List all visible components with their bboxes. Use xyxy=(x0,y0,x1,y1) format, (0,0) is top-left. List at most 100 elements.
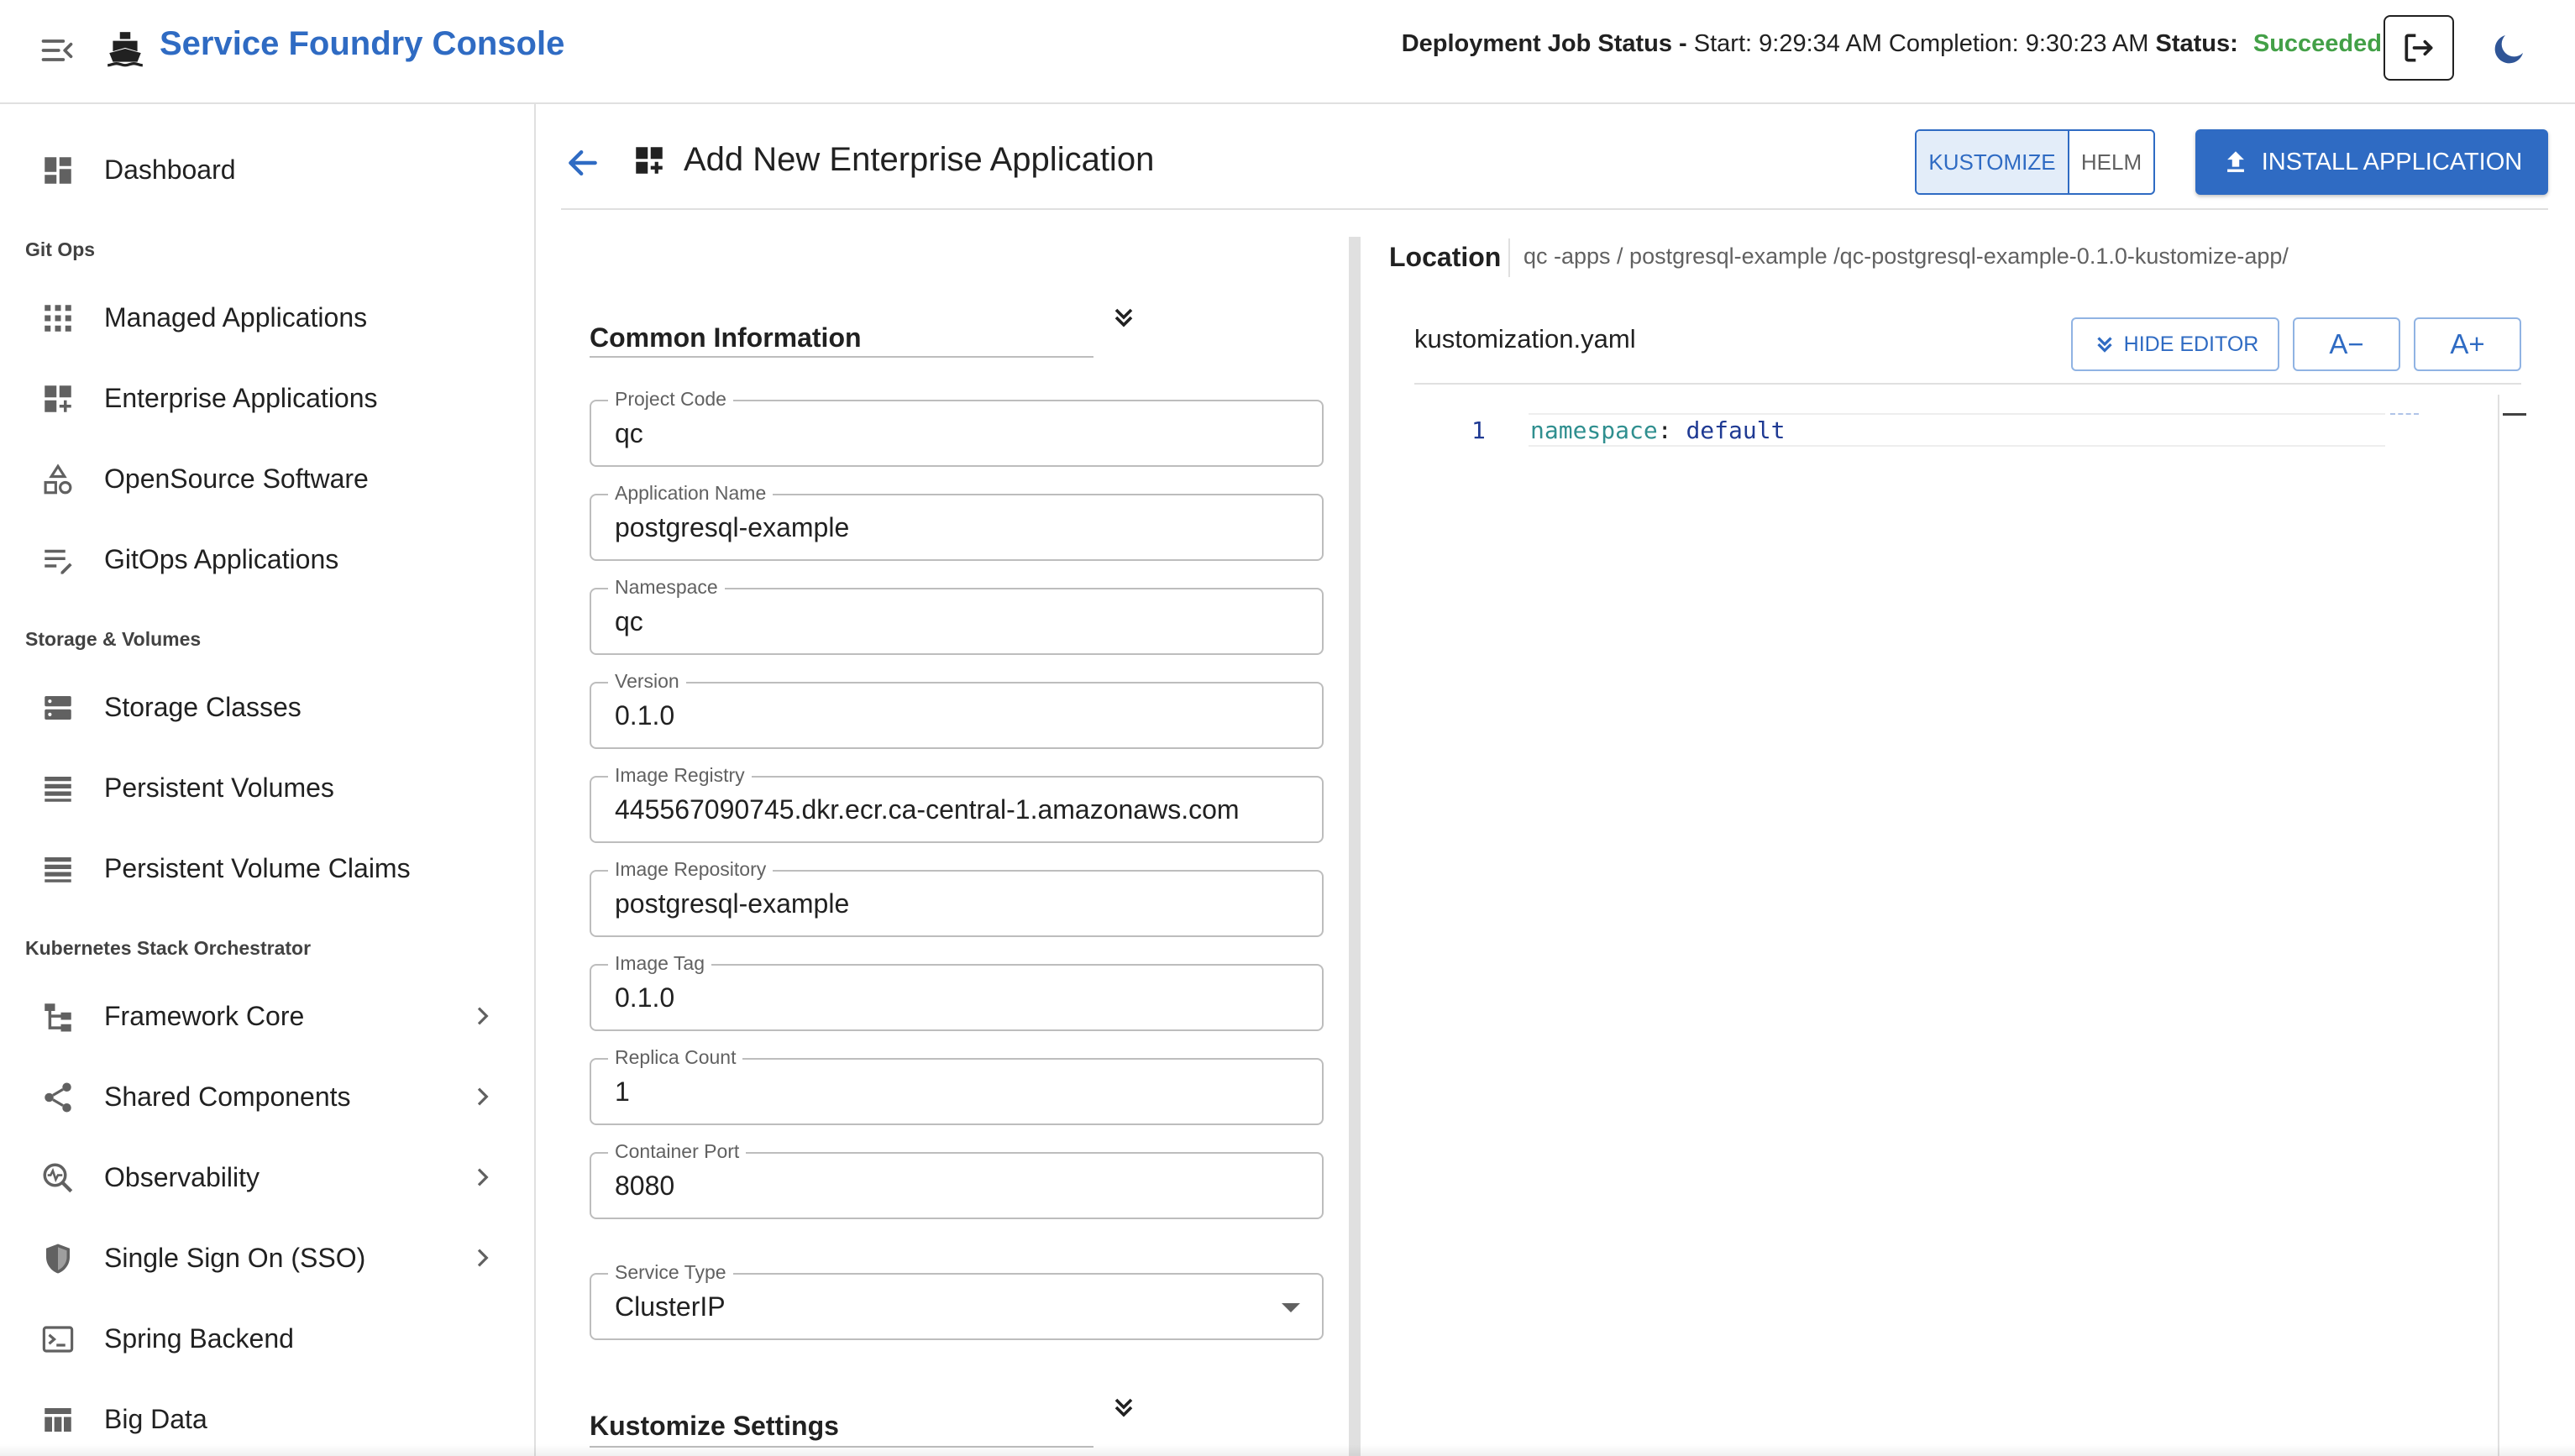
tree-icon xyxy=(45,1003,71,1032)
field-value: postgresql-example xyxy=(615,888,850,919)
toggle-kustomize[interactable]: KUSTOMIZE xyxy=(1917,131,2069,193)
sidebar-item-label: OpenSource Software xyxy=(104,463,369,494)
double-chevron-down-icon[interactable] xyxy=(1109,302,1139,333)
menu-collapse-icon[interactable] xyxy=(39,32,76,69)
decrease-font-button[interactable]: A− xyxy=(2293,317,2400,371)
code-line[interactable]: namespace: default xyxy=(1530,416,1785,444)
replica-count-field[interactable]: Replica Count 1 xyxy=(590,1046,1324,1125)
header-divider xyxy=(561,208,2548,210)
increase-font-button[interactable]: A+ xyxy=(2414,317,2521,371)
version-field[interactable]: Version 0.1.0 xyxy=(590,670,1324,749)
field-label: Image Repository xyxy=(608,858,774,881)
editor-overview-ruler-mark xyxy=(2503,413,2526,416)
sidebar-item-spring-backend[interactable]: Spring Backend xyxy=(0,1305,534,1372)
storage-icon xyxy=(45,696,71,720)
toggle-helm[interactable]: HELM xyxy=(2069,131,2153,193)
service-type-select[interactable]: Service Type ClusterIP xyxy=(590,1261,1324,1340)
image-repository-field[interactable]: Image Repository postgresql-example xyxy=(590,858,1324,937)
sidebar-item-persistent-volumes[interactable]: Persistent Volumes xyxy=(0,754,534,821)
field-label: Service Type xyxy=(608,1261,733,1284)
chevron-right-icon xyxy=(477,1168,489,1186)
field-value: 0.1.0 xyxy=(615,700,675,731)
install-application-button[interactable]: INSTALL APPLICATION xyxy=(2195,129,2548,195)
section-label-git-ops: Git Ops xyxy=(25,238,96,260)
image-registry-field[interactable]: Image Registry 445567090745.dkr.ecr.ca-c… xyxy=(590,764,1324,843)
install-application-label: INSTALL APPLICATION xyxy=(2261,148,2523,175)
location-separator xyxy=(1508,238,1510,277)
job-status-label: Deployment Job Status - xyxy=(1401,30,1687,57)
sidebar: Dashboard Git Ops Managed Applications E… xyxy=(0,104,536,1456)
chevron-right-icon xyxy=(477,1087,489,1106)
field-value: 445567090745.dkr.ecr.ca-central-1.amazon… xyxy=(615,794,1240,825)
widgets-add-icon xyxy=(636,147,663,174)
namespace-field[interactable]: Namespace qc xyxy=(590,576,1324,655)
sidebar-item-label: Observability xyxy=(104,1161,260,1192)
field-value: qc xyxy=(615,418,643,448)
sidebar-item-framework-core[interactable]: Framework Core xyxy=(0,982,534,1050)
hide-editor-label: HIDE EDITOR xyxy=(2123,332,2259,356)
section-label-storage-volumes: Storage & Volumes xyxy=(25,628,202,650)
sidebar-item-gitops-applications[interactable]: GitOps Applications xyxy=(0,526,534,593)
sidebar-item-big-data[interactable]: Big Data xyxy=(0,1385,534,1453)
back-arrow-icon[interactable] xyxy=(564,144,601,181)
field-label: Application Name xyxy=(608,482,774,505)
location-label: Location xyxy=(1389,242,1502,272)
sidebar-item-shared-components[interactable]: Shared Components xyxy=(0,1063,534,1130)
dropdown-arrow-icon xyxy=(1282,1303,1300,1312)
dark-mode-moon-icon[interactable] xyxy=(2489,29,2530,69)
chevron-right-icon xyxy=(477,1007,489,1025)
chevron-right-icon xyxy=(477,1249,489,1267)
monitor-search-icon xyxy=(43,1163,73,1193)
job-completion-time: Completion: 9:30:23 AM xyxy=(1888,30,2149,57)
sidebar-item-label: Single Sign On (SSO) xyxy=(104,1242,366,1273)
application-name-field[interactable]: Application Name postgresql-example xyxy=(590,482,1324,561)
terminal-icon xyxy=(42,1326,74,1353)
sidebar-item-label: Dashboard xyxy=(104,154,236,185)
sidebar-item-persistent-volume-claims[interactable]: Persistent Volume Claims xyxy=(0,835,534,902)
sidebar-item-observability[interactable]: Observability xyxy=(0,1144,534,1211)
field-label: Replica Count xyxy=(608,1046,743,1069)
hide-editor-button[interactable]: HIDE EDITOR xyxy=(2071,317,2279,371)
field-value: 8080 xyxy=(615,1171,675,1201)
sidebar-item-opensource-software[interactable]: OpenSource Software xyxy=(0,445,534,512)
code-editor[interactable] xyxy=(1414,395,2498,1456)
shapes-icon xyxy=(44,464,72,495)
logout-button[interactable] xyxy=(2384,15,2454,81)
ship-icon xyxy=(108,32,143,67)
field-value: qc xyxy=(615,606,643,636)
status-badge: Succeeded xyxy=(2252,30,2382,57)
logout-icon xyxy=(2405,34,2433,62)
page-bottom-shadow xyxy=(0,1444,2575,1456)
sidebar-item-enterprise-applications[interactable]: Enterprise Applications xyxy=(0,364,534,432)
editor-minimap-border xyxy=(2498,395,2499,1456)
share-icon xyxy=(45,1082,71,1113)
section-divider xyxy=(590,356,1093,358)
field-label: Version xyxy=(608,670,686,693)
sidebar-item-storage-classes[interactable]: Storage Classes xyxy=(0,673,534,741)
cursor-marker xyxy=(2390,413,2419,415)
sidebar-item-label: Managed Applications xyxy=(104,301,368,333)
sidebar-item-single-sign-on[interactable]: Single Sign On (SSO) xyxy=(0,1224,534,1291)
editor-divider xyxy=(1414,383,2521,385)
double-chevron-down-icon[interactable] xyxy=(1109,1392,1139,1422)
project-code-field[interactable]: Project Code qc xyxy=(590,388,1324,467)
sidebar-item-managed-applications[interactable]: Managed Applications xyxy=(0,284,534,351)
list-icon xyxy=(45,857,71,883)
yaml-colon: : xyxy=(1657,416,1672,444)
sidebar-item-label: Enterprise Applications xyxy=(104,382,378,413)
app-title[interactable]: Service Foundry Console xyxy=(160,25,564,63)
field-value: postgresql-example xyxy=(615,512,850,542)
line-number: 1 xyxy=(1471,416,1486,444)
field-label: Namespace xyxy=(608,576,725,599)
split-pane-divider[interactable] xyxy=(1349,237,1361,1456)
table-icon xyxy=(45,1408,71,1432)
list-edit-icon xyxy=(45,549,72,574)
section-title-kustomize-settings: Kustomize Settings xyxy=(590,1411,839,1441)
container-port-field[interactable]: Container Port 8080 xyxy=(590,1140,1324,1219)
location-path: qc -apps / postgresql-example /qc-postgr… xyxy=(1523,244,2289,269)
sidebar-item-dashboard[interactable]: Dashboard xyxy=(0,136,534,203)
field-label: Image Tag xyxy=(608,952,711,975)
image-tag-field[interactable]: Image Tag 0.1.0 xyxy=(590,952,1324,1031)
section-title-common-information: Common Information xyxy=(590,322,862,353)
field-label: Container Port xyxy=(608,1140,747,1163)
